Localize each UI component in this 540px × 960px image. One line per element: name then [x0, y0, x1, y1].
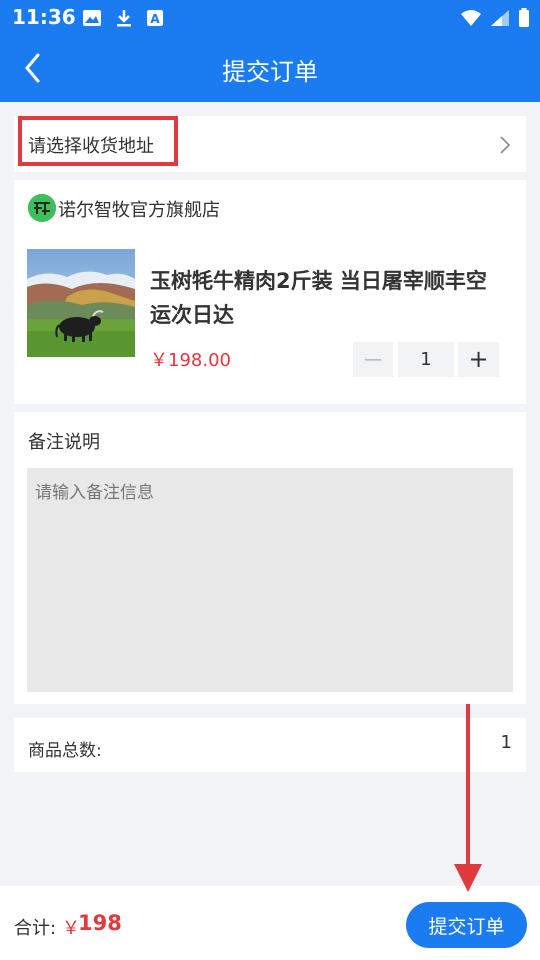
- status-icons-right: [460, 8, 530, 28]
- quantity-value[interactable]: 1: [398, 342, 454, 377]
- note-input[interactable]: [27, 468, 513, 692]
- page-title: 提交订单: [222, 58, 318, 86]
- a-icon: A: [147, 10, 163, 26]
- status-bar: 11:36 A: [0, 0, 540, 36]
- shop-name: 诺尔智牧官方旗舰店: [58, 200, 220, 221]
- product-image[interactable]: [27, 249, 135, 357]
- item-count-label: 商品总数:: [28, 741, 102, 761]
- product-name[interactable]: 玉树牦牛精肉2斤装 当日屠宰顺丰空运次日达: [150, 264, 500, 332]
- total-value: 198: [78, 911, 122, 935]
- signal-icon: [491, 10, 509, 26]
- battery-icon: [519, 8, 529, 27]
- note-title: 备注说明: [28, 432, 100, 453]
- annotation-arrow: [454, 704, 482, 892]
- wifi-icon: [461, 10, 481, 26]
- shop-logo-icon: [28, 194, 56, 222]
- image-icon: [83, 10, 101, 26]
- item-count-value: 1: [500, 732, 512, 753]
- order-card: 诺尔智牧官方旗舰店 玉树牦牛精肉2斤装 当日屠宰顺丰空运次日达 ￥198.00 …: [14, 180, 526, 404]
- status-icons-left: A: [82, 8, 164, 28]
- total-label: 合计:: [14, 918, 57, 939]
- status-time: 11:36: [12, 5, 76, 29]
- quantity-decrement-button[interactable]: —: [353, 342, 393, 377]
- quantity-increment-button[interactable]: +: [458, 342, 499, 377]
- note-card: 备注说明: [14, 412, 526, 704]
- submit-order-button[interactable]: 提交订单: [406, 902, 527, 948]
- download-icon: [117, 10, 131, 27]
- svg-text:A: A: [150, 12, 160, 26]
- annotation-highlight-box: [18, 116, 178, 166]
- shop-logo: [28, 194, 56, 222]
- product-price: ￥198.00: [150, 350, 231, 371]
- chevron-right-icon: [500, 136, 511, 154]
- title-bar: 提交订单: [0, 36, 540, 102]
